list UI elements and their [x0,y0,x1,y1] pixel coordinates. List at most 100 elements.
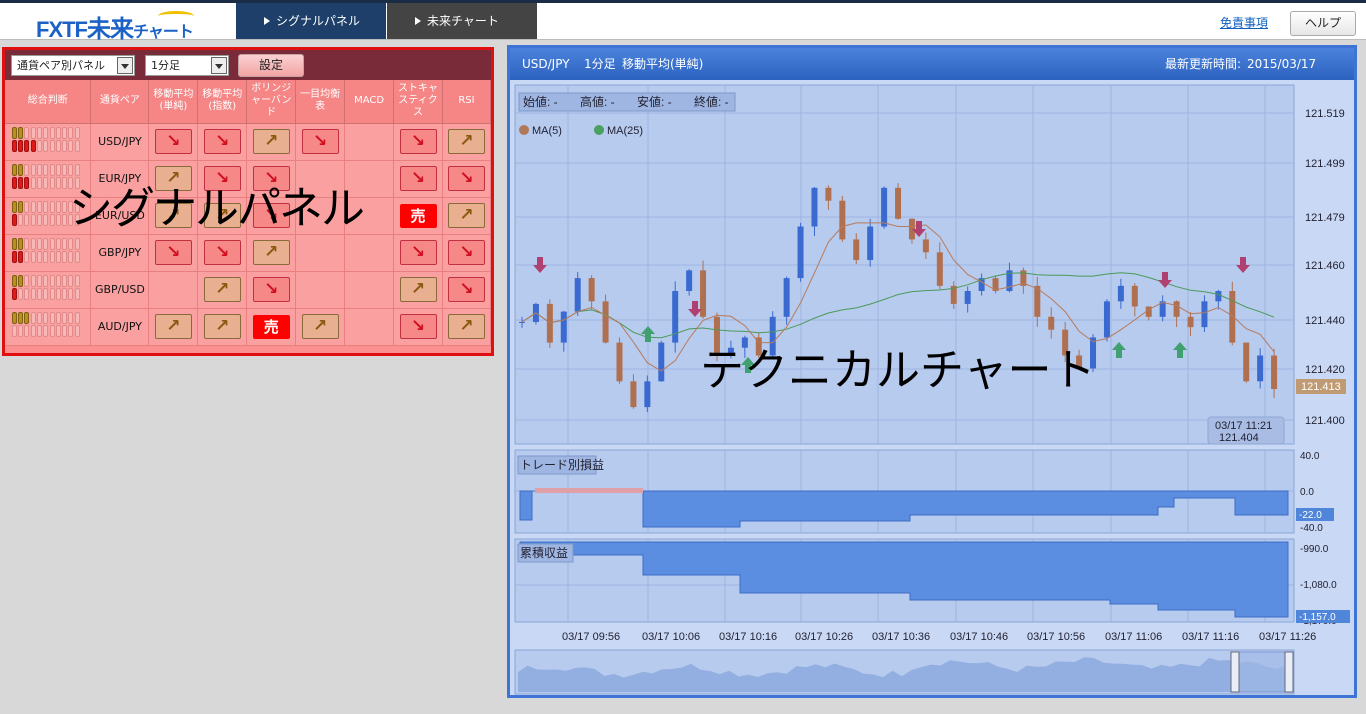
signal-cell: ↗ [442,123,492,161]
meter-cell [49,325,55,337]
arrow-up-right-icon[interactable]: ↗ [447,129,485,154]
meter-cell [62,275,68,287]
arrow-down-right-icon[interactable]: ↘ [399,240,437,265]
meter-cell [43,177,49,189]
help-button[interactable]: ヘルプ [1290,11,1356,36]
navigator-window[interactable] [1233,651,1289,693]
meter-cell [36,164,42,176]
sell-signal-badge[interactable]: 売 [252,314,290,339]
meter-cell [24,312,30,324]
signal-row[interactable]: USD/JPY ↘ ↘ ↗ ↘ ↘ ↗ [5,123,492,161]
arrow-down-right-icon[interactable]: ↘ [154,240,192,265]
tab-future-chart[interactable]: 未来チャート [387,3,537,39]
sell-signal-badge[interactable]: 売 [399,203,437,228]
arrow-up-right-icon[interactable]: ↗ [252,129,290,154]
meter-cell [18,275,23,287]
strength-meter [11,273,84,303]
arrow-down-right-icon[interactable]: ↘ [301,129,339,154]
arrow-down-right-icon[interactable]: ↘ [203,240,241,265]
meter-cell [30,312,36,324]
meter-cell [49,238,55,250]
arrow-up-right-icon[interactable]: ↗ [203,277,241,302]
price-tick: 121.499 [1305,158,1345,170]
meter-cell [49,177,55,189]
signal-row[interactable]: GBP/JPY ↘ ↘ ↗ ↘ ↘ [5,234,492,272]
arrow-up-right-icon[interactable]: ↗ [203,314,241,339]
meter-cell [11,164,17,176]
meter-cell [49,201,55,213]
time-tick: 03/17 10:06 [642,631,700,643]
signal-cell: ↗ [246,234,297,272]
meter-cell [18,251,23,263]
meter-cell [24,251,30,263]
disclaimer-link[interactable]: 免責事項 [1220,14,1268,31]
navigator-left-handle[interactable] [1230,651,1240,693]
arrow-down-right-icon[interactable]: ↘ [203,129,241,154]
cumulative-tick: -1,080.0 [1300,580,1337,591]
candle [574,278,581,312]
meter-cell [43,127,49,139]
chevron-down-icon [211,57,227,74]
navigator-right-handle[interactable] [1284,651,1294,693]
arrow-down-right-icon[interactable]: ↘ [399,129,437,154]
price-tick: 121.420 [1305,364,1345,376]
candle [644,381,651,408]
price-tick: 121.460 [1305,260,1345,272]
candle [964,291,971,304]
col-header: ボリンジャーバンド [246,80,297,124]
arrow-up-right-icon[interactable]: ↗ [399,277,437,302]
col-header: 総合判断 [5,80,92,124]
signal-row[interactable]: GBP/USD ↗ ↘ ↗ ↘ [5,271,492,309]
signal-cell: ↘ [393,234,443,272]
trade-pl-label: トレード別損益 [520,457,604,472]
arrow-up-right-icon[interactable]: ↗ [301,314,339,339]
tab-signal-panel[interactable]: シグナルパネル [236,3,386,39]
meter-cell [62,164,68,176]
arrow-up-right-icon[interactable]: ↗ [447,203,485,228]
meter-cell [43,238,49,250]
strength-meter [11,310,84,340]
crosshair-time: 03/17 11:21 [1215,420,1272,432]
meter-cell [74,275,80,287]
signal-row[interactable]: AUD/JPY ↗ ↗ 売 ↗ ↘ ↗ [5,308,492,346]
strength-meter [11,236,84,266]
arrow-down-right-icon[interactable]: ↘ [252,277,290,302]
arrow-down-right-icon[interactable]: ↘ [399,166,437,191]
arrow-up-right-icon[interactable]: ↗ [252,240,290,265]
arrow-up-right-icon[interactable]: ↗ [447,314,485,339]
meter-cell [24,238,30,250]
signal-cell [344,308,395,346]
fxtf-logo[interactable]: FXTF未来チャート [36,9,194,44]
signal-cell: ↘ [442,234,492,272]
chart-canvas[interactable]: 始値: - 高値: - 安値: - 終値: - MA(5) MA(25) 121… [510,80,1354,698]
candle [783,278,790,317]
signal-cell: ↗ [442,197,492,235]
meter-cell [68,312,74,324]
arrow-up-right-icon[interactable]: ↗ [154,314,192,339]
meter-cell [30,140,36,152]
meter-cell [36,127,42,139]
tab-label: シグナルパネル [276,14,361,28]
candle [853,239,860,261]
meter-cell [36,251,42,263]
meter-cell [55,177,61,189]
arrow-down-right-icon[interactable]: ↘ [447,166,485,191]
time-tick: 03/17 11:06 [1105,631,1162,643]
candle [658,342,665,382]
arrow-down-right-icon[interactable]: ↘ [399,314,437,339]
meter-cell [62,140,68,152]
chart-overlay-label: テクニカルチャート [700,345,1096,396]
col-header: RSI [442,80,492,124]
time-tick: 03/17 11:26 [1259,631,1316,643]
mode-select[interactable]: 通貨ペア別パネル [11,55,135,76]
col-header: MACD [344,80,395,124]
col-header: 一目均衡表 [295,80,346,124]
arrow-down-right-icon[interactable]: ↘ [447,240,485,265]
interval-select[interactable]: 1分足 [145,55,229,76]
time-tick: 03/17 10:16 [719,631,777,643]
arrow-down-right-icon[interactable]: ↘ [447,277,485,302]
arrow-down-right-icon[interactable]: ↘ [154,129,192,154]
candle [1201,301,1208,328]
col-header: 移動平均(指数) [197,80,248,124]
settings-button[interactable]: 設定 [238,54,304,77]
